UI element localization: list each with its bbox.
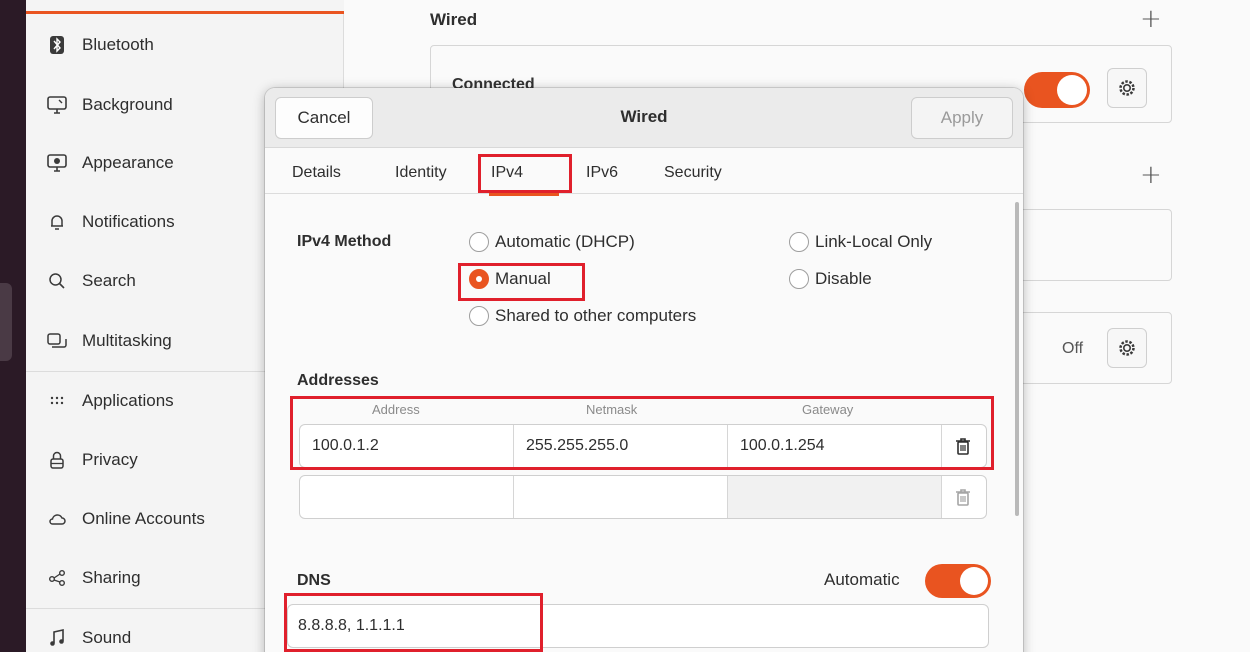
proxy-status-text: Off [1062, 340, 1084, 357]
gear-icon [1119, 340, 1135, 356]
monitor-icon [46, 94, 68, 116]
sidebar-item-label: Notifications [82, 212, 175, 231]
share-icon [46, 567, 68, 589]
radio-manual[interactable]: Manual [469, 269, 551, 289]
radio-circle [789, 232, 809, 252]
dialog-tabs [265, 148, 1023, 194]
radio-circle [469, 232, 489, 252]
sidebar-item-label: Background [82, 95, 173, 114]
proxy-settings-button[interactable] [1107, 328, 1147, 368]
add-vpn-plus-icon[interactable]: + [1140, 160, 1162, 190]
bluetooth-icon [46, 34, 68, 56]
address-input[interactable] [300, 476, 514, 518]
apply-button[interactable]: Apply [911, 97, 1013, 139]
netmask-input[interactable] [514, 476, 728, 518]
sidebar-item-label: Online Accounts [82, 509, 205, 528]
scrollbar[interactable] [1015, 202, 1019, 516]
radio-link-local-only[interactable]: Link-Local Only [789, 232, 932, 252]
gateway-input [728, 476, 942, 518]
sidebar-item-label: Bluetooth [82, 35, 154, 54]
addresses-label: Addresses [297, 372, 379, 389]
address-row: 100.0.1.2 255.255.255.0 100.0.1.254 [299, 424, 987, 468]
vpn-card [1020, 209, 1172, 281]
multitasking-icon [46, 330, 68, 352]
dns-servers-input[interactable]: 8.8.8.8, 1.1.1.1 [287, 604, 989, 648]
tab-details[interactable]: Details [292, 164, 341, 182]
wired-toggle[interactable] [1024, 72, 1090, 108]
radio-label: Disable [815, 269, 872, 288]
address-input[interactable]: 100.0.1.2 [300, 425, 514, 467]
radio-label: Automatic (DHCP) [495, 232, 635, 251]
grid-icon [46, 390, 68, 412]
gear-icon [1119, 80, 1135, 96]
delete-address-button [940, 476, 986, 518]
appearance-icon [46, 152, 68, 174]
trash-icon [956, 438, 970, 455]
radio-circle [469, 306, 489, 326]
sidebar-item-label: Sound [82, 628, 132, 647]
radio-automatic-dhcp[interactable]: Automatic (DHCP) [469, 232, 635, 252]
tab-ipv6[interactable]: IPv6 [586, 164, 618, 182]
address-row-empty [299, 475, 987, 519]
dns-automatic-label: Automatic [824, 570, 900, 589]
lock-icon [46, 449, 68, 471]
netmask-column-header: Netmask [586, 402, 638, 417]
add-wired-plus-icon[interactable]: + [1140, 4, 1162, 34]
address-column-header: Address [372, 402, 420, 417]
tab-identity[interactable]: Identity [395, 164, 447, 182]
sidebar-item-label: Sharing [82, 568, 141, 587]
sidebar-item-label: Search [82, 271, 136, 290]
radio-disable[interactable]: Disable [789, 269, 872, 289]
wired-settings-dialog: Cancel Wired Apply Details Identity IPv4… [265, 88, 1023, 652]
proxy-card [1020, 312, 1172, 384]
active-tab-indicator [489, 193, 559, 196]
tab-security[interactable]: Security [664, 164, 722, 182]
sidebar-item-bluetooth[interactable]: Bluetooth [26, 16, 344, 74]
dialog-title: Wired [620, 107, 668, 126]
trash-icon [956, 489, 970, 506]
wired-section-title: Wired [430, 10, 478, 29]
radio-label: Link-Local Only [815, 232, 933, 251]
radio-circle-selected [469, 269, 489, 289]
dns-automatic-toggle[interactable] [925, 564, 991, 598]
netmask-input[interactable]: 255.255.255.0 [514, 425, 728, 467]
sidebar-item-label: Multitasking [82, 331, 172, 350]
sidebar-selected-indicator [26, 0, 344, 14]
tab-ipv4[interactable]: IPv4 [491, 164, 523, 182]
radio-shared[interactable]: Shared to other computers [469, 306, 696, 326]
gateway-input[interactable]: 100.0.1.254 [728, 425, 942, 467]
sidebar-item-label: Privacy [82, 450, 138, 469]
radio-circle [789, 269, 809, 289]
desktop-edge-handle [0, 283, 12, 361]
dns-label: DNS [297, 572, 331, 589]
radio-label: Shared to other computers [495, 306, 697, 325]
delete-address-button[interactable] [940, 425, 986, 467]
gateway-column-header: Gateway [802, 402, 854, 417]
cloud-icon [46, 508, 68, 530]
sidebar-item-label: Appearance [82, 153, 174, 172]
sidebar-item-label: Applications [82, 391, 174, 410]
bell-icon [46, 211, 68, 233]
radio-label: Manual [495, 269, 551, 288]
wired-settings-button[interactable] [1107, 68, 1147, 108]
music-note-icon [46, 627, 68, 649]
ipv4-method-label: IPv4 Method [297, 233, 392, 250]
search-icon [46, 270, 68, 292]
